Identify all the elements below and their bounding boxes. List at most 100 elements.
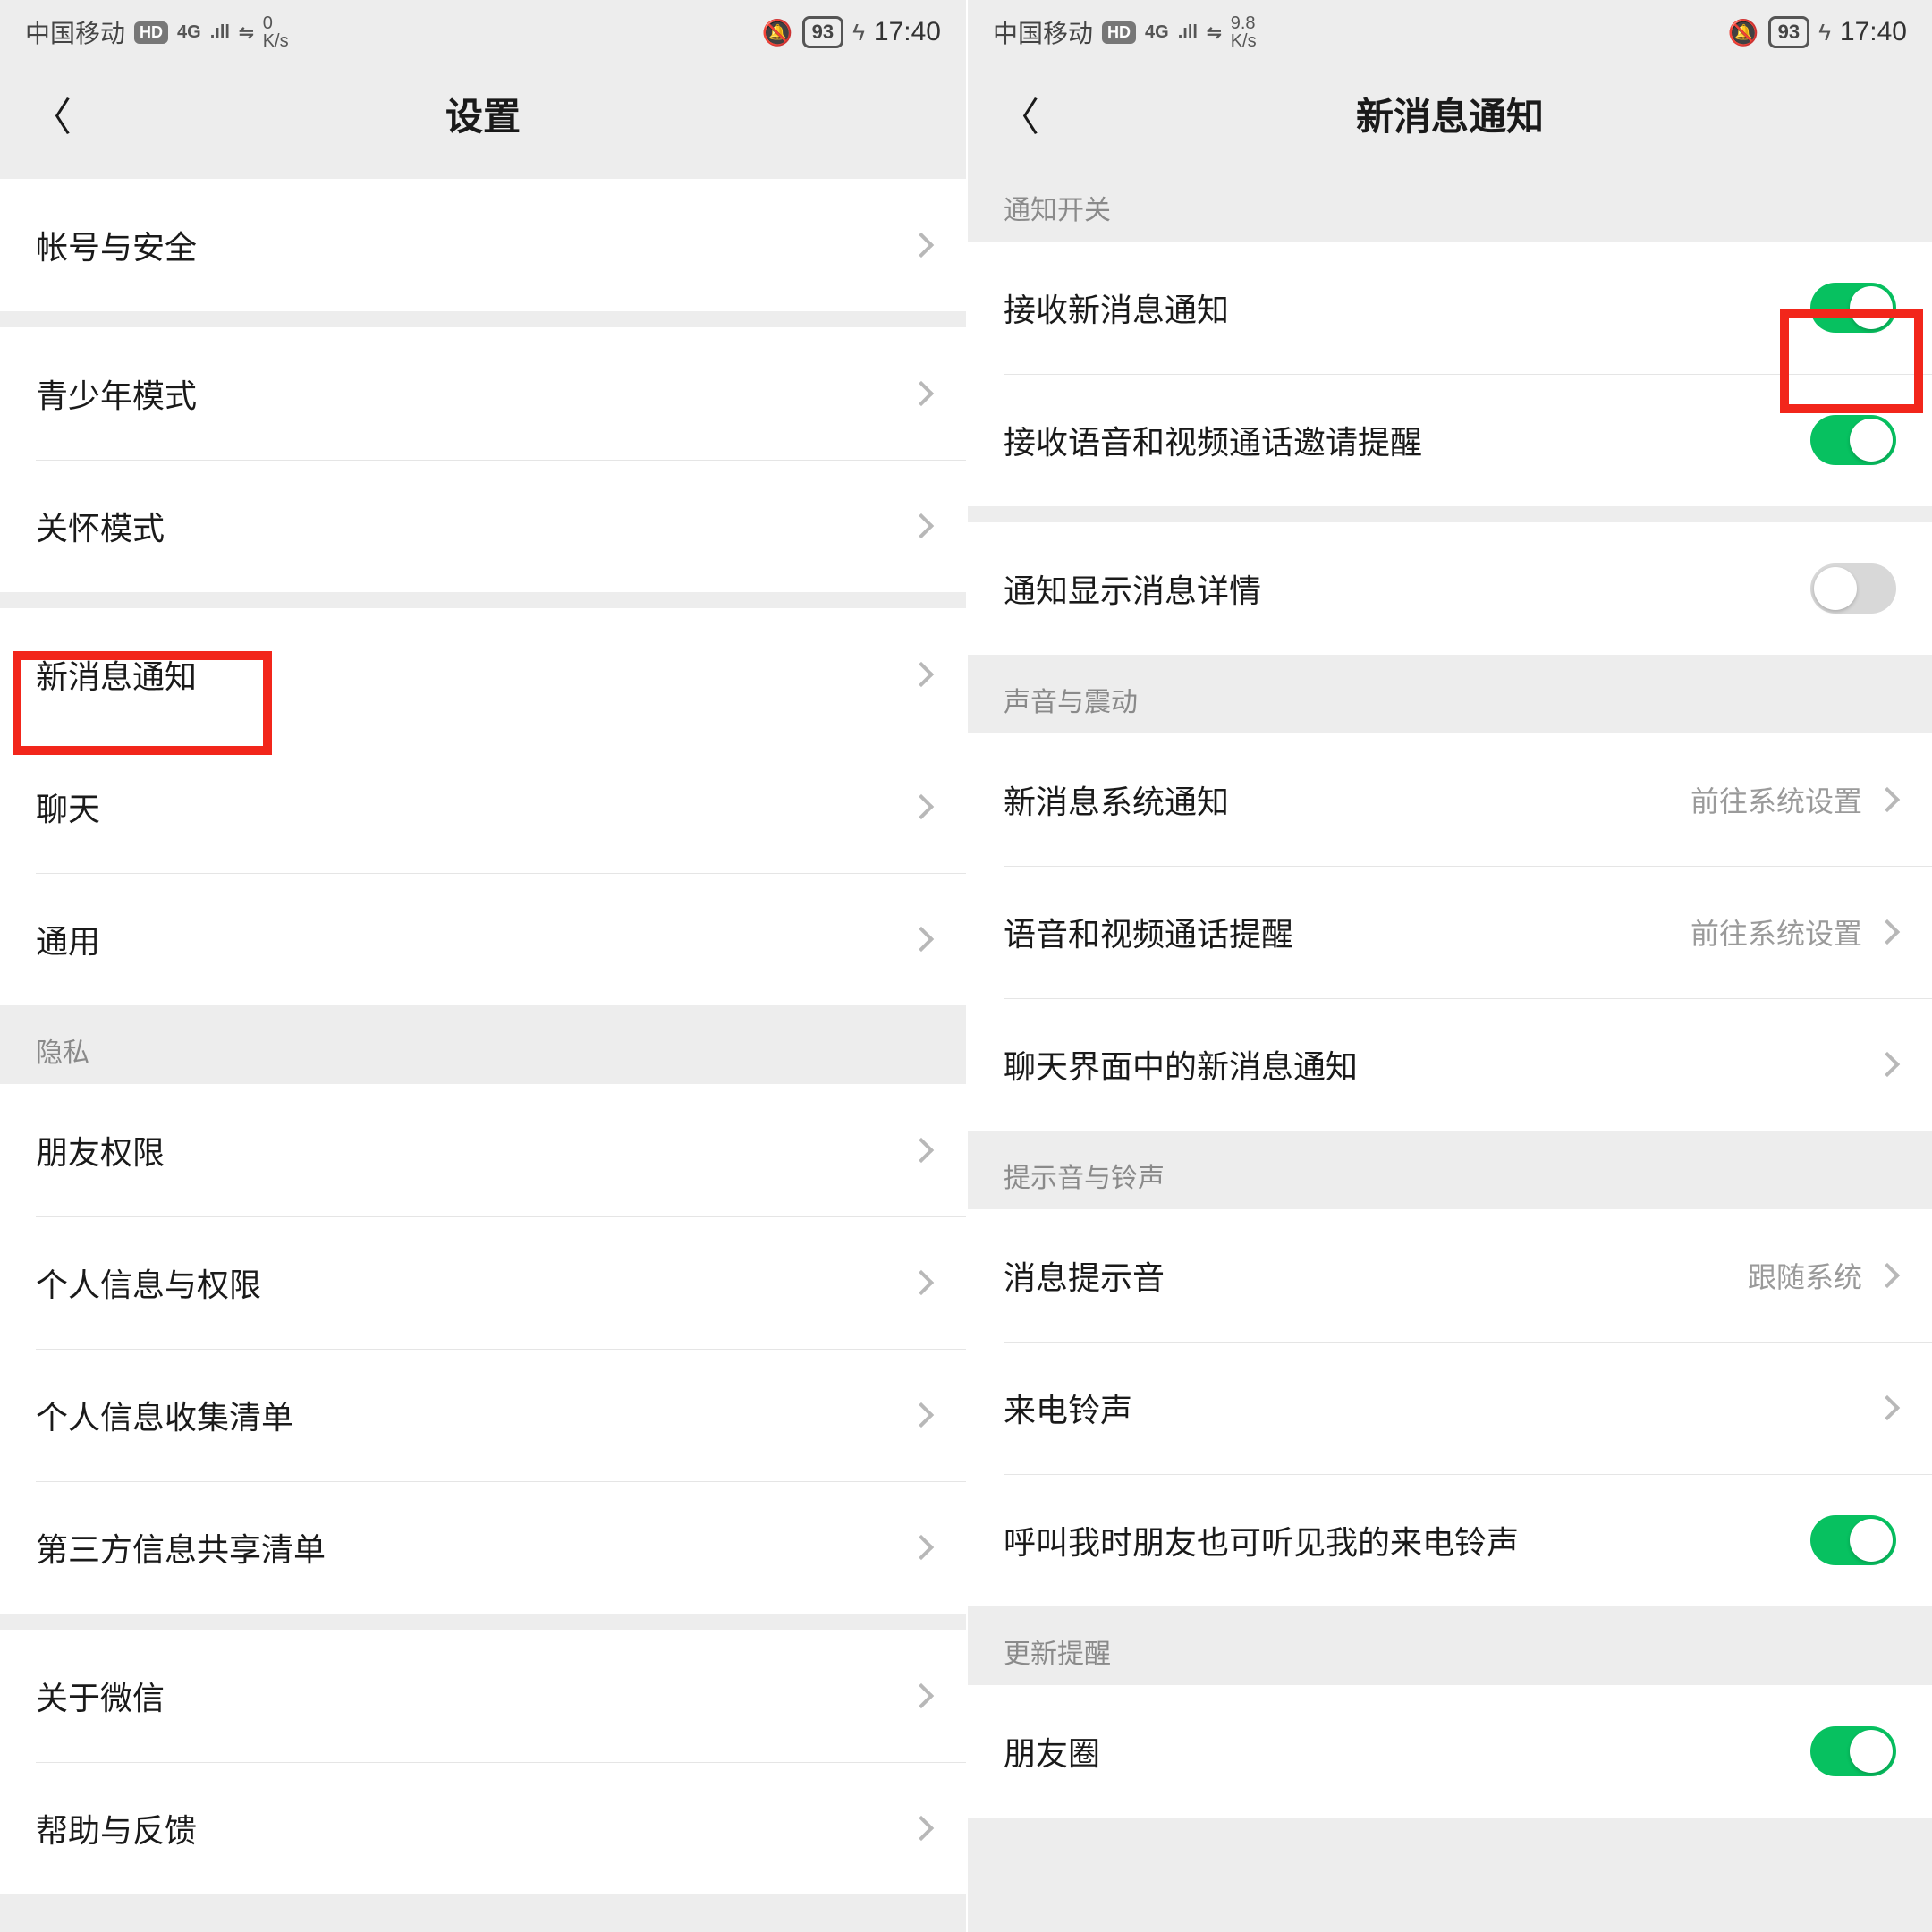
hd-badge: HD bbox=[1102, 21, 1136, 44]
hd-badge: HD bbox=[134, 21, 168, 44]
row-receive-call-invite: 接收语音和视频通话邀请提醒 bbox=[968, 374, 1932, 506]
row-youth-mode[interactable]: 青少年模式 bbox=[0, 327, 966, 460]
row-help-feedback[interactable]: 帮助与反馈 bbox=[0, 1762, 966, 1894]
row-friend-permission[interactable]: 朋友权限 bbox=[0, 1084, 966, 1216]
row-account-security[interactable]: 帐号与安全 bbox=[0, 179, 966, 311]
network-icon: 4G bbox=[1145, 22, 1169, 43]
toggle-moments[interactable] bbox=[1810, 1726, 1896, 1776]
chevron-right-icon bbox=[909, 513, 934, 538]
row-show-message-detail: 通知显示消息详情 bbox=[968, 522, 1932, 655]
row-label: 通用 bbox=[36, 916, 100, 962]
row-label: 朋友圈 bbox=[1004, 1728, 1100, 1775]
row-message-tone[interactable]: 消息提示音 跟随系统 bbox=[968, 1209, 1932, 1342]
carrier-label: 中国移动 bbox=[25, 14, 125, 50]
battery-icon: 93 bbox=[802, 16, 843, 48]
chevron-right-icon bbox=[909, 1683, 934, 1708]
carrier-label: 中国移动 bbox=[993, 14, 1093, 50]
wifi-icon: ⇋ bbox=[1207, 21, 1222, 44]
row-label: 通知显示消息详情 bbox=[1004, 565, 1261, 612]
chevron-right-icon bbox=[1875, 1395, 1900, 1420]
row-about-wechat[interactable]: 关于微信 bbox=[0, 1630, 966, 1762]
toggle-friend-hear-ringtone[interactable] bbox=[1810, 1515, 1896, 1565]
row-third-party-sharing[interactable]: 第三方信息共享清单 bbox=[0, 1481, 966, 1614]
row-new-message-notification[interactable]: 新消息通知 bbox=[0, 608, 966, 741]
status-bar: 中国移动 HD 4G .ıll ⇋ 9.8K/s 🔕 93 ϟ 17:40 bbox=[968, 0, 1932, 64]
row-receive-new-message: 接收新消息通知 bbox=[968, 242, 1932, 374]
chevron-right-icon bbox=[1875, 787, 1900, 812]
chevron-right-icon bbox=[909, 1138, 934, 1163]
chevron-right-icon bbox=[909, 927, 934, 952]
row-personal-info-collection[interactable]: 个人信息收集清单 bbox=[0, 1349, 966, 1481]
chevron-right-icon bbox=[909, 794, 934, 819]
section-switch: 通知开关 bbox=[968, 163, 1932, 242]
row-label: 关怀模式 bbox=[36, 503, 165, 549]
phone-left: 中国移动 HD 4G .ıll ⇋ 0K/s 🔕 93 ϟ 17:40 〈 设置… bbox=[0, 0, 966, 1932]
row-label: 接收语音和视频通话邀请提醒 bbox=[1004, 417, 1422, 463]
row-label: 新消息通知 bbox=[36, 651, 197, 698]
network-icon: 4G bbox=[177, 22, 201, 43]
status-bar: 中国移动 HD 4G .ıll ⇋ 0K/s 🔕 93 ϟ 17:40 bbox=[0, 0, 966, 64]
chevron-right-icon bbox=[909, 1270, 934, 1295]
row-in-chat-notification[interactable]: 聊天界面中的新消息通知 bbox=[968, 998, 1932, 1131]
page-title: 新消息通知 bbox=[1356, 87, 1544, 141]
row-label: 关于微信 bbox=[36, 1673, 165, 1719]
row-label: 帐号与安全 bbox=[36, 222, 197, 268]
row-general[interactable]: 通用 bbox=[0, 873, 966, 1005]
back-icon[interactable]: 〈 bbox=[1000, 85, 1039, 142]
chevron-right-icon bbox=[909, 233, 934, 258]
row-value: 前往系统设置 bbox=[1690, 911, 1862, 953]
chevron-right-icon bbox=[909, 1535, 934, 1560]
row-ringtone[interactable]: 来电铃声 bbox=[968, 1342, 1932, 1474]
section-update: 更新提醒 bbox=[968, 1606, 1932, 1685]
row-label: 语音和视频通话提醒 bbox=[1004, 909, 1293, 955]
section-privacy: 隐私 bbox=[0, 1005, 966, 1084]
row-label: 接收新消息通知 bbox=[1004, 284, 1229, 331]
page-title: 设置 bbox=[445, 87, 521, 141]
row-label: 消息提示音 bbox=[1004, 1252, 1165, 1299]
mute-icon: 🔕 bbox=[762, 18, 793, 47]
row-label: 聊天界面中的新消息通知 bbox=[1004, 1041, 1358, 1088]
section-tone: 提示音与铃声 bbox=[968, 1131, 1932, 1209]
charging-icon: ϟ bbox=[1818, 19, 1831, 47]
chevron-right-icon bbox=[909, 1816, 934, 1841]
back-icon[interactable]: 〈 bbox=[32, 85, 72, 142]
row-care-mode[interactable]: 关怀模式 bbox=[0, 460, 966, 592]
row-label: 青少年模式 bbox=[36, 370, 197, 417]
row-label: 聊天 bbox=[36, 784, 100, 830]
wifi-icon: ⇋ bbox=[239, 21, 254, 44]
row-value: 跟随系统 bbox=[1748, 1255, 1862, 1296]
signal-icon: .ıll bbox=[1178, 22, 1198, 43]
charging-icon: ϟ bbox=[852, 19, 865, 47]
net-speed: 9.8K/s bbox=[1231, 14, 1257, 50]
row-label: 来电铃声 bbox=[1004, 1385, 1132, 1431]
row-label: 新消息系统通知 bbox=[1004, 776, 1229, 823]
toggle-receive-call-invite[interactable] bbox=[1810, 415, 1896, 465]
chevron-right-icon bbox=[1875, 1263, 1900, 1288]
row-label: 个人信息收集清单 bbox=[36, 1392, 293, 1438]
row-label: 帮助与反馈 bbox=[36, 1805, 197, 1852]
row-chat[interactable]: 聊天 bbox=[0, 741, 966, 873]
row-moments: 朋友圈 bbox=[968, 1685, 1932, 1818]
chevron-right-icon bbox=[1875, 1052, 1900, 1077]
toggle-show-message-detail[interactable] bbox=[1810, 564, 1896, 614]
signal-icon: .ıll bbox=[210, 22, 230, 43]
phone-right: 中国移动 HD 4G .ıll ⇋ 9.8K/s 🔕 93 ϟ 17:40 〈 … bbox=[966, 0, 1932, 1932]
row-label: 个人信息与权限 bbox=[36, 1259, 261, 1306]
row-call-reminder[interactable]: 语音和视频通话提醒 前往系统设置 bbox=[968, 866, 1932, 998]
chevron-right-icon bbox=[909, 662, 934, 687]
toggle-receive-new-message[interactable] bbox=[1810, 283, 1896, 333]
row-label: 第三方信息共享清单 bbox=[36, 1524, 326, 1571]
chevron-right-icon bbox=[909, 381, 934, 406]
clock: 17:40 bbox=[874, 17, 941, 47]
clock: 17:40 bbox=[1840, 17, 1907, 47]
title-bar: 〈 设置 bbox=[0, 64, 966, 163]
row-system-notification[interactable]: 新消息系统通知 前往系统设置 bbox=[968, 733, 1932, 866]
row-label: 朋友权限 bbox=[36, 1127, 165, 1174]
title-bar: 〈 新消息通知 bbox=[968, 64, 1932, 163]
battery-icon: 93 bbox=[1768, 16, 1809, 48]
row-personal-info-permission[interactable]: 个人信息与权限 bbox=[0, 1216, 966, 1349]
row-label: 呼叫我时朋友也可听见我的来电铃声 bbox=[1004, 1517, 1519, 1563]
chevron-right-icon bbox=[1875, 919, 1900, 945]
row-value: 前往系统设置 bbox=[1690, 779, 1862, 820]
net-speed: 0K/s bbox=[263, 14, 289, 50]
